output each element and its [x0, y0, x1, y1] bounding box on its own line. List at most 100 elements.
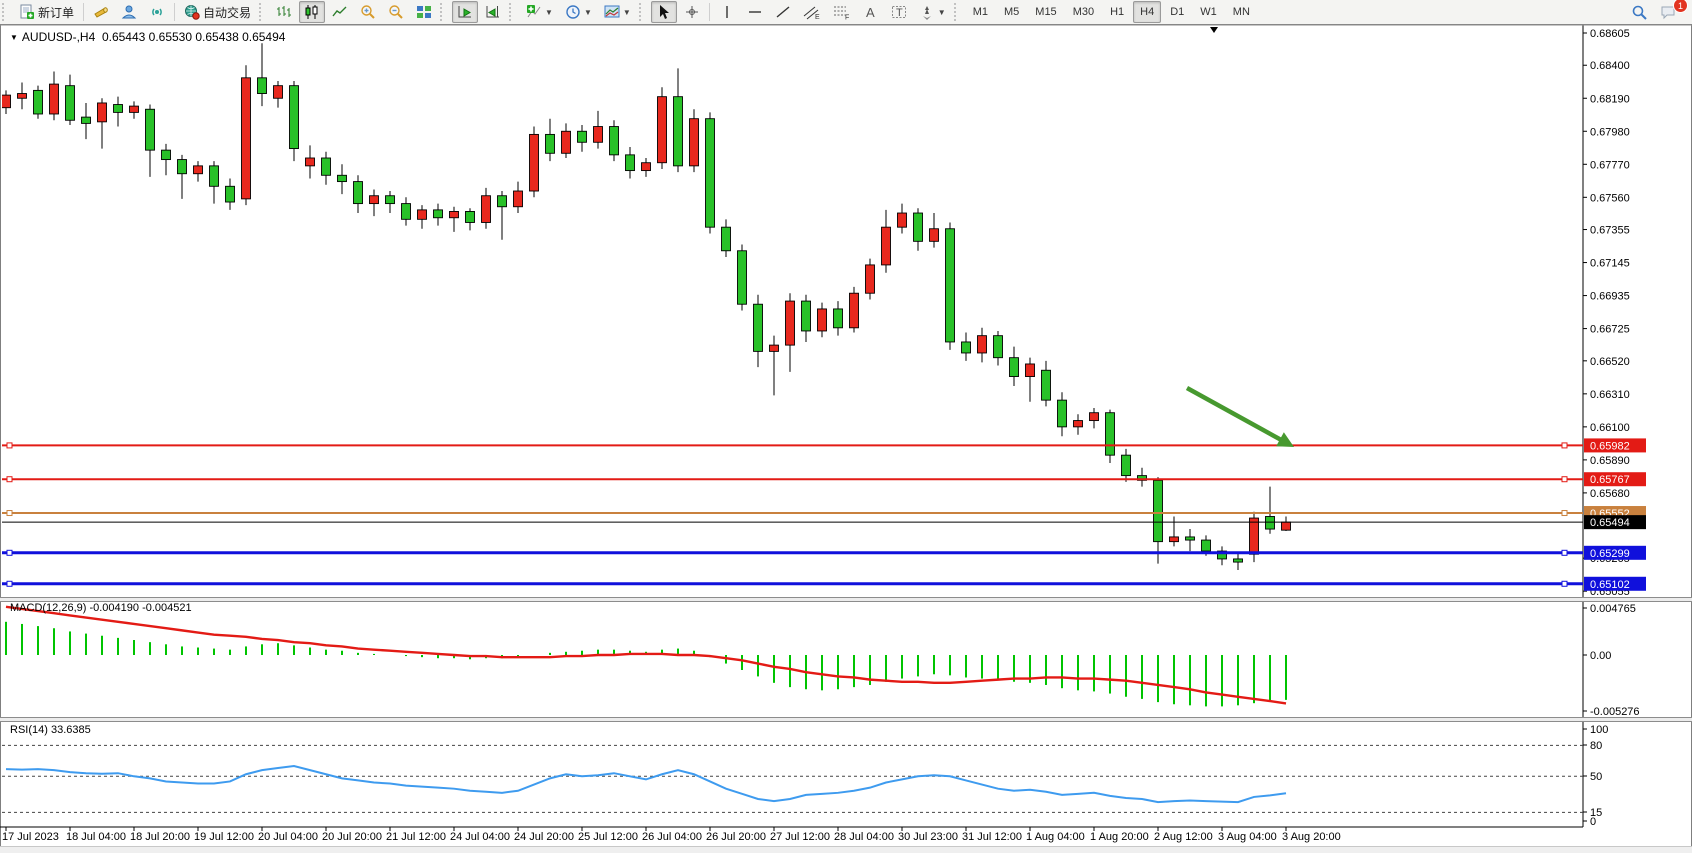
- price-tick-label: 0.66310: [1590, 389, 1630, 401]
- candle-body: [482, 196, 491, 223]
- candle-body: [258, 78, 267, 94]
- chart-symbol-period: AUDUSD-,H4: [22, 30, 95, 44]
- hline-handle-left[interactable]: [7, 550, 12, 555]
- rsi-axis-label: 50: [1590, 771, 1602, 783]
- candle: [2, 90, 11, 114]
- hline-handle-right[interactable]: [1562, 550, 1567, 555]
- candle-body: [194, 166, 203, 174]
- down-arrow-object[interactable]: [1187, 388, 1294, 447]
- chart-title-caret-icon[interactable]: ▼: [10, 33, 18, 42]
- time-tick-label: 18 Jul 04:00: [66, 831, 126, 843]
- candle-body: [834, 309, 843, 328]
- candle: [546, 119, 555, 161]
- candle: [706, 112, 715, 233]
- candle: [322, 152, 331, 185]
- hline-handle-left[interactable]: [7, 477, 12, 482]
- rsi-indicator-label: RSI(14) 33.6385: [10, 724, 91, 736]
- time-tick-label: 26 Jul 04:00: [642, 831, 702, 843]
- hline-handle-left[interactable]: [7, 511, 12, 516]
- macd-pane: [6, 607, 1286, 707]
- candle: [306, 145, 315, 178]
- candle-body: [978, 336, 987, 353]
- time-tick-label: 30 Jul 23:00: [898, 831, 958, 843]
- candle-body: [1170, 537, 1179, 542]
- candle-body: [1090, 413, 1099, 421]
- rsi-pane: [2, 745, 1583, 812]
- chart-canvas[interactable]: 0.686050.684000.681900.679800.677700.675…: [0, 0, 1692, 852]
- hline-handle-right[interactable]: [1562, 477, 1567, 482]
- price-tick-label: 0.66725: [1590, 324, 1630, 336]
- candle: [690, 109, 699, 172]
- rsi-axis-label: 80: [1590, 740, 1602, 752]
- candle-body: [1042, 370, 1051, 400]
- macd-pane-splitter[interactable]: [0, 597, 1692, 602]
- candle-body: [530, 134, 539, 191]
- candle: [914, 208, 923, 250]
- candle: [130, 101, 139, 118]
- candle-body: [162, 150, 171, 159]
- candle-body: [370, 196, 379, 204]
- candle: [50, 72, 59, 121]
- chart-shift-marker[interactable]: [1210, 27, 1218, 33]
- hline-handle-right[interactable]: [1562, 511, 1567, 516]
- candle-body: [98, 103, 107, 122]
- price-tick-label: 0.65680: [1590, 488, 1630, 500]
- time-tick-label: 17 Jul 2023: [2, 831, 59, 843]
- time-tick-label: 2 Aug 12:00: [1154, 831, 1213, 843]
- hline-object-0.65982[interactable]: 0.65982: [2, 438, 1646, 452]
- candle-body: [818, 309, 827, 331]
- candle-body: [1106, 413, 1115, 455]
- hline-handle-right[interactable]: [1562, 581, 1567, 586]
- candle: [114, 97, 123, 127]
- candle: [162, 144, 171, 175]
- chart-title: ▼AUDUSD-,H4 0.65443 0.65530 0.65438 0.65…: [10, 30, 285, 44]
- candle: [290, 81, 299, 161]
- candle-body: [450, 211, 459, 217]
- hline-handle-left[interactable]: [7, 581, 12, 586]
- candle-body: [578, 131, 587, 142]
- rsi-pane-splitter[interactable]: [0, 717, 1692, 722]
- hline-object-0.65102[interactable]: 0.65102: [2, 577, 1646, 591]
- candle: [642, 158, 651, 177]
- candle-body: [850, 293, 859, 328]
- hline-handle-right[interactable]: [1562, 443, 1567, 448]
- candle: [1218, 546, 1227, 565]
- candle: [434, 204, 443, 226]
- candle: [738, 244, 747, 310]
- arrow-shaft[interactable]: [1187, 388, 1283, 441]
- time-tick-label: 18 Jul 20:00: [130, 831, 190, 843]
- candle-body: [34, 90, 43, 114]
- time-tick-label: 3 Aug 20:00: [1282, 831, 1341, 843]
- hline-object-0.65552[interactable]: 0.65552: [2, 506, 1646, 520]
- candle: [466, 208, 475, 230]
- candle-body: [418, 210, 427, 219]
- candle-body: [306, 158, 315, 166]
- candle-body: [146, 109, 155, 150]
- candle: [930, 213, 939, 248]
- candle: [34, 86, 43, 119]
- candle-body: [1058, 400, 1067, 427]
- candle: [1266, 487, 1275, 534]
- hline-handle-left[interactable]: [7, 443, 12, 448]
- candle: [850, 287, 859, 333]
- candle-body: [930, 229, 939, 242]
- rsi-line: [6, 766, 1286, 802]
- price-tick-label: 0.67770: [1590, 159, 1630, 171]
- time-tick-label: 24 Jul 20:00: [514, 831, 574, 843]
- candle: [1058, 392, 1067, 436]
- price-tick-label: 0.67355: [1590, 225, 1630, 237]
- candle: [1170, 516, 1179, 546]
- hline-object-0.65767[interactable]: 0.65767: [2, 472, 1646, 486]
- candle-body: [1266, 516, 1275, 529]
- hline-price-label: 0.65299: [1590, 548, 1630, 560]
- price-pane: [2, 43, 1291, 570]
- candle: [482, 188, 491, 229]
- candle: [802, 295, 811, 342]
- candle-body: [130, 106, 139, 112]
- time-tick-label: 31 Jul 12:00: [962, 831, 1022, 843]
- hline-object-0.65299[interactable]: 0.65299: [2, 546, 1646, 560]
- candle: [402, 197, 411, 225]
- candle: [1250, 512, 1259, 562]
- time-tick-label: 1 Aug 04:00: [1026, 831, 1085, 843]
- candle-body: [1122, 455, 1131, 475]
